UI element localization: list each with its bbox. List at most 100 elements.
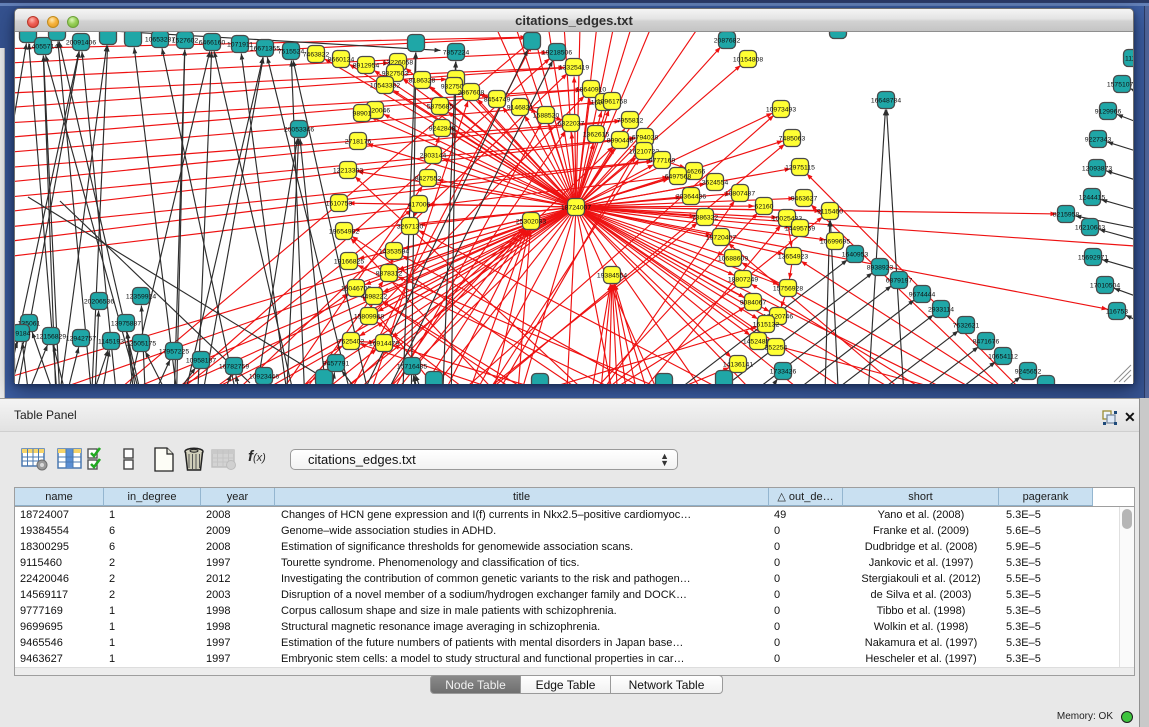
svg-text:18807249: 18807249	[728, 276, 758, 283]
svg-text:13325419: 13325419	[559, 64, 589, 71]
svg-text:10973493: 10973493	[766, 106, 796, 113]
svg-text:1112: 1112	[1125, 55, 1133, 62]
svg-text:10807487: 10807487	[725, 190, 755, 197]
svg-text:2867608: 2867608	[458, 89, 485, 96]
svg-text:1145193: 1145193	[98, 338, 124, 345]
svg-text:14353594: 14353594	[379, 248, 409, 255]
svg-text:7857224: 7857224	[443, 49, 470, 56]
svg-text:8215958: 8215958	[1053, 211, 1080, 218]
svg-text:62160: 62160	[755, 203, 774, 210]
svg-text:20364436: 20364436	[676, 193, 706, 200]
svg-text:7463822: 7463822	[303, 51, 330, 58]
svg-text:9245652: 9245652	[1015, 368, 1042, 375]
svg-text:9777169: 9777169	[649, 157, 676, 164]
svg-text:14495759: 14495759	[785, 225, 815, 232]
svg-text:18640910: 18640910	[576, 86, 606, 93]
svg-text:20053346: 20053346	[284, 126, 314, 133]
svg-text:2803144: 2803144	[420, 152, 447, 159]
svg-text:10543382: 10543382	[370, 82, 400, 89]
svg-text:5875685: 5875685	[427, 103, 454, 110]
svg-text:252254: 252254	[765, 344, 788, 351]
svg-text:16782759: 16782759	[219, 363, 249, 370]
svg-text:9146821: 9146821	[507, 104, 534, 111]
svg-text:10154808: 10154808	[733, 56, 763, 63]
svg-text:8454749: 8454749	[484, 96, 511, 103]
svg-text:9457791: 9457791	[323, 360, 350, 367]
svg-text:8878312: 8878312	[376, 270, 403, 277]
svg-text:7632621: 7632621	[953, 322, 980, 329]
svg-text:1362615: 1362615	[583, 131, 610, 138]
svg-text:9115460: 9115460	[817, 208, 843, 215]
svg-text:2933114: 2933114	[928, 306, 954, 313]
svg-text:18724007: 18724007	[561, 204, 591, 211]
svg-text:6879197: 6879197	[886, 277, 913, 284]
svg-text:10654112: 10654112	[988, 353, 1018, 360]
svg-text:8186328: 8186328	[409, 77, 436, 84]
svg-text:1527602: 1527602	[172, 37, 199, 44]
svg-text:2718176: 2718176	[345, 138, 372, 145]
svg-text:14055714: 14055714	[28, 43, 58, 50]
svg-text:15756928: 15756928	[773, 285, 803, 292]
svg-text:17010504: 17010504	[1090, 282, 1120, 289]
svg-text:12505175: 12505175	[126, 340, 156, 347]
svg-text:19384554: 19384554	[597, 272, 627, 279]
svg-text:7386322: 7386322	[692, 214, 719, 221]
svg-text:20091406: 20091406	[66, 39, 96, 46]
svg-text:15751074: 15751074	[1107, 81, 1133, 88]
svg-text:8990448: 8990448	[607, 137, 634, 144]
svg-text:6794028: 6794028	[632, 134, 659, 141]
svg-text:1733426: 1733426	[770, 368, 797, 375]
svg-text:10688609: 10688609	[718, 255, 748, 262]
svg-text:8471676: 8471676	[973, 338, 1000, 345]
svg-text:12156829: 12156829	[36, 333, 66, 340]
svg-text:12213303: 12213303	[333, 167, 363, 174]
svg-text:7515524: 7515524	[278, 48, 305, 55]
svg-text:6466160: 6466160	[199, 39, 226, 46]
svg-text:1244415: 1244415	[1079, 194, 1106, 201]
svg-text:16210643: 16210643	[1075, 224, 1105, 231]
svg-text:25302033: 25302033	[516, 218, 546, 225]
svg-text:3267130: 3267130	[397, 223, 424, 230]
svg-text:3624554: 3624554	[702, 179, 729, 186]
svg-text:9129966: 9129966	[1095, 108, 1122, 115]
svg-text:10653287: 10653287	[145, 36, 175, 43]
svg-text:6497568: 6497568	[665, 173, 692, 180]
svg-text:2087682: 2087682	[714, 37, 741, 44]
svg-text:8660124: 8660124	[328, 56, 355, 63]
svg-text:13975887: 13975887	[111, 320, 141, 327]
svg-text:19654982: 19654982	[329, 228, 359, 235]
svg-text:39184: 39184	[15, 330, 31, 337]
svg-text:1588520: 1588520	[533, 112, 560, 119]
svg-text:8912954: 8912954	[353, 62, 380, 69]
svg-text:9674444: 9674444	[909, 291, 936, 298]
svg-text:10923446: 10923446	[249, 373, 279, 380]
svg-text:417006: 417006	[408, 201, 431, 208]
svg-text:8427552: 8427552	[415, 175, 442, 182]
svg-text:15720407: 15720407	[706, 234, 736, 241]
svg-text:9227343: 9227343	[1085, 136, 1112, 143]
svg-text:15692971: 15692971	[1078, 254, 1108, 261]
svg-text:19218506: 19218506	[542, 49, 572, 56]
svg-text:16671355: 16671355	[250, 45, 280, 52]
svg-text:9463627: 9463627	[791, 195, 818, 202]
svg-text:12093873: 12093873	[1082, 165, 1112, 172]
svg-text:16648784: 16648784	[871, 97, 901, 104]
svg-text:12975115: 12975115	[785, 164, 815, 171]
svg-text:9084067: 9084067	[740, 299, 767, 306]
svg-text:7625402: 7625402	[338, 338, 365, 345]
svg-text:7485063: 7485063	[779, 135, 806, 142]
svg-text:7955812: 7955812	[617, 117, 644, 124]
svg-text:12942757: 12942757	[66, 335, 96, 342]
svg-text:12359914: 12359914	[126, 293, 156, 300]
svg-text:16914479: 16914479	[369, 340, 399, 347]
svg-text:1615132: 1615132	[753, 321, 780, 328]
svg-text:4498222: 4498222	[361, 293, 388, 300]
svg-text:14136141: 14136141	[723, 361, 753, 368]
svg-text:13654923: 13654923	[778, 253, 808, 260]
svg-text:10958187: 10958187	[186, 357, 216, 364]
svg-text:19166825: 19166825	[334, 258, 364, 265]
svg-text:9242848: 9242848	[429, 125, 456, 132]
svg-text:10699695: 10699695	[820, 238, 850, 245]
svg-text:20206536: 20206536	[84, 298, 114, 305]
svg-text:1640953: 1640953	[842, 251, 869, 258]
